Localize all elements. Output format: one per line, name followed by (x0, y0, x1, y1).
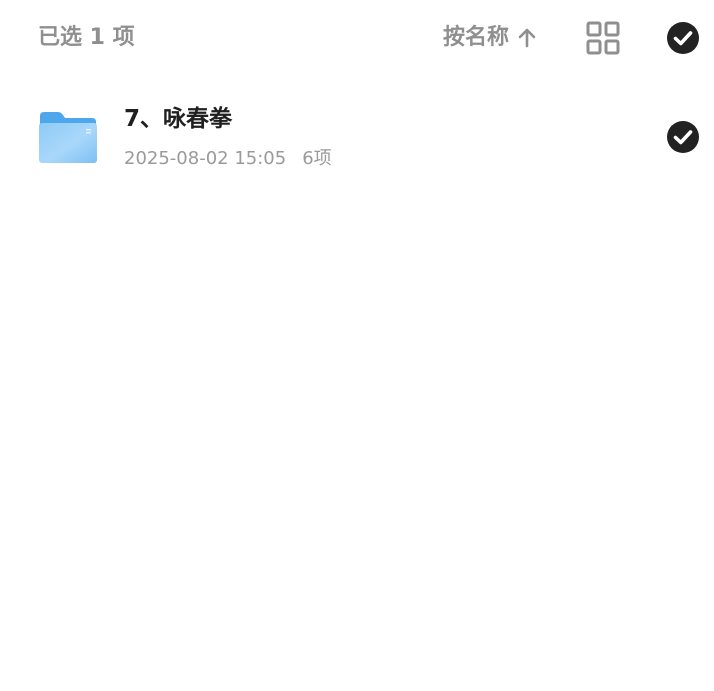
folder-icon (39, 112, 97, 163)
file-date: 2025-08-02 15:05 (124, 148, 287, 169)
list-item[interactable]: 7、咏春拳 2025-08-02 15:05 6项 (0, 90, 714, 184)
selected-count-label: 已选 1 项 (38, 25, 135, 50)
select-all-check-icon[interactable] (666, 21, 700, 55)
arrow-up-icon (518, 28, 536, 48)
row-selected-check-icon[interactable] (666, 120, 700, 154)
grid-view-icon[interactable] (586, 21, 620, 55)
file-meta: 2025-08-02 15:05 6项 (124, 146, 332, 172)
file-name: 7、咏春拳 (124, 106, 233, 132)
sort-label: 按名称 (443, 25, 510, 50)
file-item-count: 6项 (302, 148, 332, 169)
selection-toolbar: 已选 1 项 按名称 (0, 0, 714, 76)
file-browser-page: 已选 1 项 按名称 7、咏春拳 2025-08-02 15:05 6项 (0, 0, 714, 691)
file-list: 7、咏春拳 2025-08-02 15:05 6项 (0, 90, 714, 184)
sort-by-name-button[interactable]: 按名称 (443, 22, 537, 54)
